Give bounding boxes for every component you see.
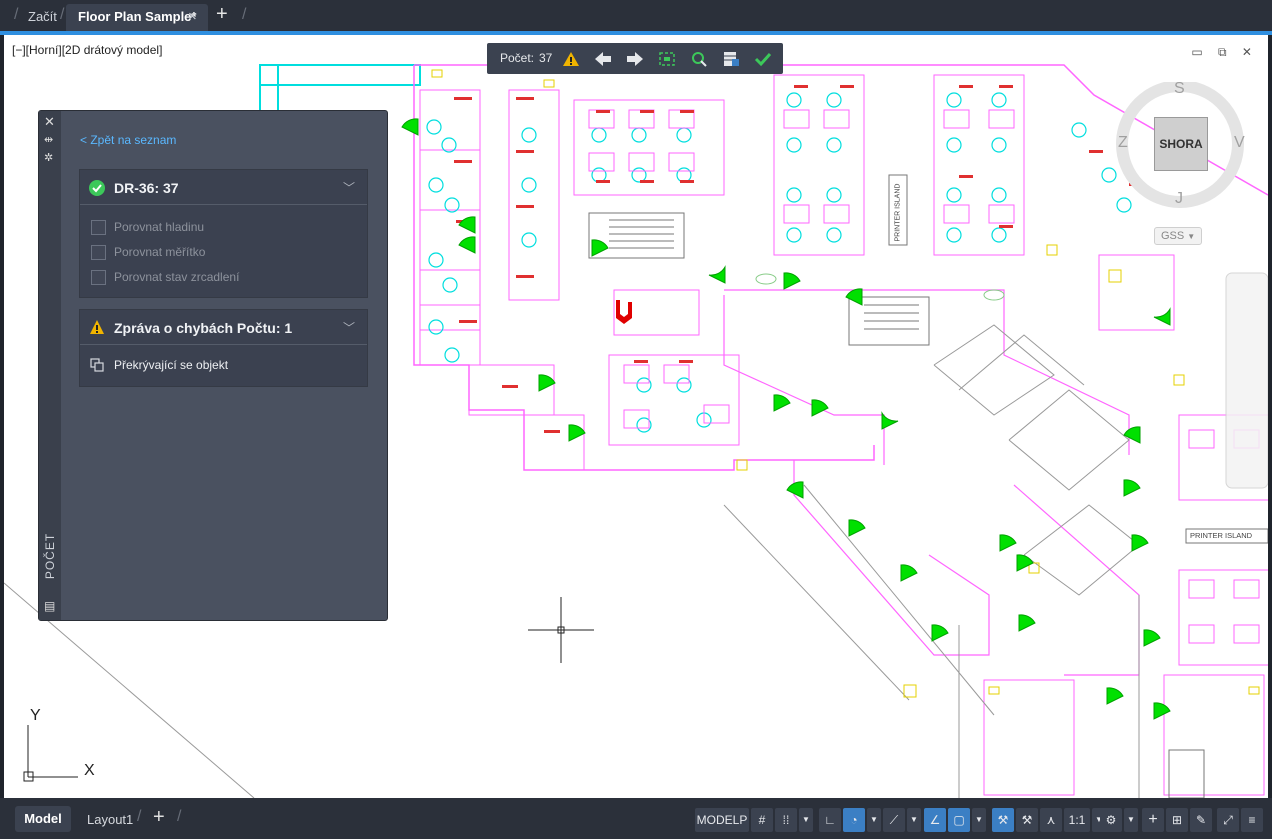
scale-value[interactable]: 1:1 — [1064, 808, 1090, 832]
chevron-down-icon[interactable]: ▼ — [972, 808, 986, 832]
annotation-visibility-icon[interactable]: ⚒ — [992, 808, 1014, 832]
pin-icon[interactable]: ⇹ — [44, 133, 53, 146]
chevron-down-icon[interactable]: ﹀ — [343, 319, 355, 336]
count-label: Počet: — [500, 51, 535, 65]
back-to-list-link[interactable]: < Zpět na seznam — [80, 133, 176, 147]
units-icon[interactable]: ⊞ — [1166, 808, 1188, 832]
ucs-label: GSS — [1161, 230, 1185, 242]
warning-icon — [90, 320, 104, 334]
tab-title: Floor Plan Sample* — [78, 9, 197, 24]
check-circle-icon — [89, 180, 105, 196]
tab-separator: / — [137, 808, 142, 825]
compass-south[interactable]: J — [1175, 190, 1183, 208]
chevron-down-icon[interactable]: ▼ — [867, 808, 881, 832]
tab-separator: / — [60, 6, 65, 23]
close-tab-icon[interactable]: × — [188, 4, 197, 30]
fullscreen-icon[interactable]: ⤢ — [1217, 808, 1239, 832]
compare-mirror-label: Porovnat stav zrcadlení — [114, 270, 240, 284]
compare-layer-label: Porovnat hladinu — [114, 220, 205, 234]
find-icon[interactable] — [689, 49, 709, 69]
ucs-y-label: Y — [30, 707, 41, 724]
new-tab-button[interactable]: + — [216, 3, 228, 26]
ortho-icon[interactable]: ∟ — [819, 808, 841, 832]
printer-island-label-horizontal: PRINTER ISLAND — [1190, 531, 1253, 540]
quick-properties-icon[interactable]: ✎ — [1190, 808, 1212, 832]
error-report-header[interactable]: Zpráva o chybách Počtu: 1 ﹀ — [80, 310, 367, 345]
check-icon[interactable] — [753, 49, 773, 69]
compare-mirror-checkbox[interactable] — [91, 270, 106, 285]
document-tab-bar: / Začít / Floor Plan Sample* × + / — [0, 0, 1272, 32]
zoom-extents-icon[interactable] — [657, 49, 677, 69]
object-snap-tracking-icon[interactable]: ∠ — [924, 808, 946, 832]
arrow-right-icon[interactable] — [625, 49, 645, 69]
isodraft-icon[interactable]: ⟋ — [883, 808, 905, 832]
overlapping-object-label: Překrývající se objekt — [114, 358, 229, 372]
object-snap-icon[interactable]: ▢ — [948, 808, 970, 832]
model-tab[interactable]: Model — [15, 806, 71, 832]
status-bar: Model Layout1 / + / MODELP # ⁞⁞ ▼ ∟ ◔ ▼ … — [0, 798, 1272, 839]
viewport-controls-label[interactable]: [−][Horní][2D drátový model] — [12, 43, 162, 57]
compare-scale-checkbox[interactable] — [91, 245, 106, 260]
tab-floor-plan-sample[interactable]: Floor Plan Sample* × — [66, 4, 208, 31]
tab-separator: / — [177, 808, 182, 825]
annotation-scale-icon[interactable]: ⋏ — [1040, 808, 1062, 832]
error-report-card: Zpráva o chybách Počtu: 1 ﹀ Překrývající… — [79, 309, 368, 387]
grid-icon[interactable]: # — [751, 808, 773, 832]
palette-title-strip: ✕ ⇹ ✲ POČET ▤ — [39, 111, 61, 620]
arrow-left-icon[interactable] — [593, 49, 613, 69]
error-report-title: Zpráva o chybách Počtu: 1 — [114, 320, 293, 336]
layout1-tab[interactable]: Layout1 — [87, 812, 133, 827]
ucs-x-label: X — [84, 762, 95, 779]
chevron-down-icon[interactable]: ▼ — [1124, 808, 1138, 832]
block-count-card: DR-36: 37 ﹀ Porovnat hladinu Porovnat mě… — [79, 169, 368, 298]
chevron-down-icon: ▼ — [1187, 232, 1196, 241]
overlap-icon — [90, 358, 104, 372]
tab-separator: / — [14, 6, 19, 23]
count-palette: ✕ ⇹ ✲ POČET ▤ < Zpět na seznam DR-36: 37… — [38, 110, 388, 621]
auto-scale-icon[interactable]: ⚒ — [1016, 808, 1038, 832]
modelspace-button[interactable]: MODELP — [695, 808, 749, 832]
viewport-window-controls[interactable]: ▭ ⧉ ✕ — [1191, 45, 1258, 60]
ucs-menu[interactable]: GSS ▼ — [1154, 227, 1203, 245]
warning-icon[interactable] — [561, 49, 581, 69]
palette-title: POČET — [43, 532, 58, 580]
table-icon[interactable] — [721, 49, 741, 69]
chevron-down-icon[interactable]: ▼ — [799, 808, 813, 832]
workspace-gear-icon[interactable]: ⚙ — [1100, 808, 1122, 832]
block-count-header[interactable]: DR-36: 37 ﹀ — [80, 170, 367, 205]
compare-scale-label: Porovnat měřítko — [114, 245, 206, 259]
compass-west[interactable]: Z — [1118, 134, 1128, 152]
settings-icon[interactable]: ✲ — [44, 151, 53, 164]
compass-north[interactable]: S — [1174, 80, 1185, 98]
add-layout-button[interactable]: + — [153, 806, 165, 829]
viewcube[interactable]: SHORA S J V Z GSS ▼ — [1110, 80, 1260, 252]
chevron-down-icon[interactable]: ▼ — [907, 808, 921, 832]
customization-menu-icon[interactable]: ≡ — [1241, 808, 1263, 832]
close-icon[interactable]: ✕ — [44, 114, 55, 130]
compare-layer-checkbox[interactable] — [91, 220, 106, 235]
viewcube-top-face[interactable]: SHORA — [1154, 117, 1208, 171]
annotation-monitor-icon[interactable]: + — [1142, 808, 1164, 832]
compass-east[interactable]: V — [1234, 134, 1245, 152]
chevron-down-icon[interactable]: ﹀ — [343, 179, 355, 196]
count-value: 37 — [539, 51, 553, 65]
tab-start[interactable]: Začít — [28, 4, 57, 31]
tab-separator: / — [242, 6, 247, 23]
count-toolbar: Počet: 37 — [487, 43, 783, 74]
overlapping-object-item[interactable]: Překrývající se objekt — [80, 355, 367, 377]
block-count-title: DR-36: 37 — [114, 180, 179, 196]
snap-icon[interactable]: ⁞⁞ — [775, 808, 797, 832]
polar-tracking-icon[interactable]: ◔ — [843, 808, 865, 832]
count-palette-icon: ▤ — [44, 599, 56, 613]
printer-island-label-vertical: PRINTER ISLAND — [894, 183, 902, 242]
